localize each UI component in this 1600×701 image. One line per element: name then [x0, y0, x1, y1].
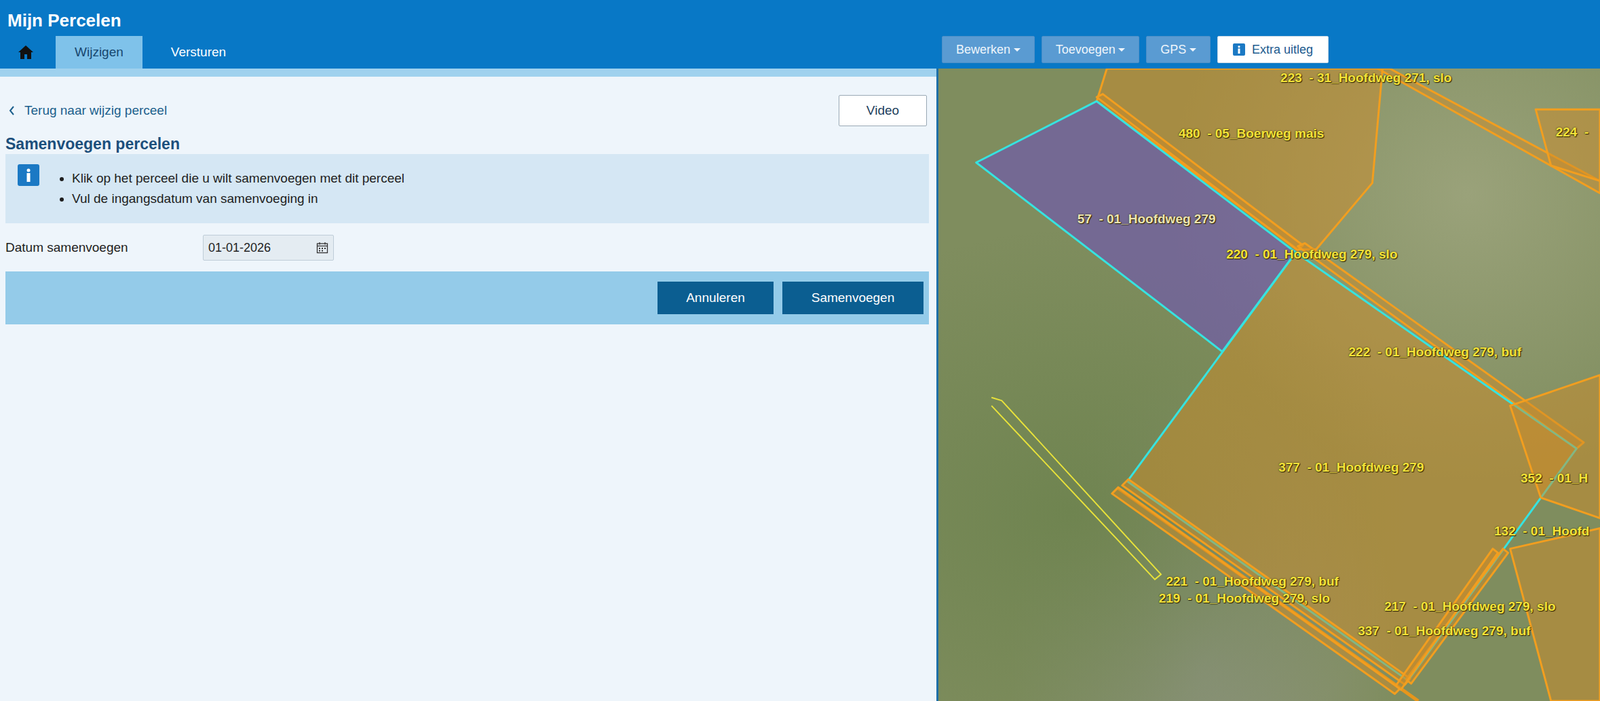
parcel-outline	[1096, 94, 1303, 251]
panel-title: Samenvoegen percelen	[5, 134, 929, 154]
instruction-item: Vul de ingangsdatum van samenvoeging in	[71, 188, 405, 209]
nav-tab[interactable]: Versturen	[151, 35, 245, 69]
date-label: Datum samenvoegen	[5, 238, 203, 258]
date-field[interactable]	[202, 234, 334, 261]
calendar-icon[interactable]	[316, 241, 329, 254]
header-left: Mijn Percelen Wijzigen Versturen	[0, 0, 939, 69]
tab-bar: Wijzigen Versturen	[0, 35, 939, 69]
parcel-label: 132 - 01_Hoofd	[1494, 524, 1590, 539]
parcel-shape[interactable]	[1535, 109, 1600, 181]
parcel-shape[interactable]	[1510, 528, 1600, 701]
parcel-outline	[1510, 528, 1600, 701]
parcel-shape[interactable]	[1395, 548, 1498, 691]
instruction-item: Klik op het perceel die u wilt samenvoeg…	[71, 168, 405, 189]
parcel-map[interactable]: 223 - 31_Hoofdweg 271, slo 480 - 05_Boerw…	[938, 68, 1600, 701]
back-link[interactable]: Terug naar wijzig perceel	[5, 101, 167, 121]
panel-body: Terug naar wijzig perceel Video Samenvoe…	[0, 94, 937, 325]
help-label: Extra uitleg	[1251, 40, 1313, 60]
cancel-button[interactable]: Annuleren	[657, 281, 774, 315]
parcel-outline	[1377, 68, 1600, 194]
tab-label: Wijzigen	[74, 42, 124, 63]
parcel-label: 222 - 01_Hoofdweg 279, buf	[1348, 345, 1522, 360]
back-link-text: Terug naar wijzig perceel	[24, 101, 167, 121]
info-icon	[1232, 43, 1246, 56]
merge-button[interactable]: Samenvoegen	[782, 281, 924, 315]
parcel-shape[interactable]	[1377, 68, 1600, 194]
parcel-label: 224 -	[1555, 125, 1590, 140]
parcel-outline	[1510, 375, 1600, 519]
info-box: Klik op het perceel die u wilt samenvoeg…	[5, 154, 929, 224]
date-row: Datum samenvoegen	[5, 234, 929, 261]
parcel-shape[interactable]	[1510, 375, 1600, 519]
parcel-label: 480 - 05_Boerweg mais	[1178, 126, 1324, 142]
parcel-outline	[1122, 479, 1411, 685]
main-area: Terug naar wijzig perceel Video Samenvoe…	[0, 68, 1600, 701]
edit-panel: Terug naar wijzig perceel Video Samenvoe…	[0, 68, 939, 701]
parcel-shape[interactable]	[1405, 548, 1508, 684]
panel-strip	[0, 68, 937, 77]
parcel-label: 219 - 01_Hoofdweg 279, slo	[1158, 591, 1330, 606]
parcel-label: 217 - 01_Hoofdweg 279, slo	[1384, 599, 1556, 615]
parcel-outline	[1535, 109, 1600, 181]
help-button[interactable]: Extra uitleg	[1217, 35, 1329, 64]
parcel-label: 220 - 01_Hoofdweg 279, slo	[1226, 247, 1398, 262]
parcel-label: 221 - 01_Hoofdweg 279, buf	[1165, 574, 1339, 589]
parcel-shape[interactable]	[1112, 487, 1400, 694]
info-icon	[17, 164, 40, 186]
app-header: Mijn Percelen Wijzigen Versturen Bewerken…	[0, 0, 1600, 69]
app-title: Mijn Percelen	[0, 0, 939, 36]
date-input[interactable]	[208, 238, 313, 258]
parcel-shape[interactable]	[1096, 94, 1303, 251]
parcel-label: 57 - 01_Hoofdweg 279	[1077, 212, 1216, 227]
parcel-shape[interactable]	[1127, 252, 1577, 681]
parcel-outline	[1127, 252, 1577, 681]
menu-button[interactable]: GPS	[1146, 35, 1211, 64]
menu-button[interactable]: Toevoegen	[1041, 35, 1140, 64]
parcel-outline	[1112, 487, 1400, 694]
home-tab[interactable]	[5, 35, 47, 69]
menu-button[interactable]: Bewerken	[941, 35, 1035, 64]
parcel-outline	[1395, 548, 1498, 691]
map-toolbar: BewerkenToevoegenGPS Extra uitleg	[938, 0, 1329, 69]
back-row: Terug naar wijzig perceel Video	[5, 94, 929, 127]
nav-tab[interactable]: Wijzigen	[55, 35, 143, 69]
parcel-outline	[1405, 548, 1508, 684]
parcel-shape[interactable]	[1122, 479, 1411, 685]
tab-label: Versturen	[170, 42, 226, 63]
parcel-label: 377 - 01_Hoofdweg 279	[1278, 460, 1424, 475]
parcel-label: 352 - 01_H	[1520, 471, 1588, 486]
parcel-label: 337 - 01_Hoofdweg 279, buf	[1357, 624, 1531, 639]
home-icon	[17, 44, 34, 61]
instruction-list: Klik op het perceel die u wilt samenvoeg…	[46, 168, 405, 209]
chevron-left-icon	[8, 105, 15, 116]
parcel-label: 223 - 31_Hoofdweg 271, slo	[1280, 71, 1452, 86]
action-bar: AnnulerenSamenvoegen	[5, 271, 929, 325]
video-button[interactable]: Video	[838, 94, 927, 127]
